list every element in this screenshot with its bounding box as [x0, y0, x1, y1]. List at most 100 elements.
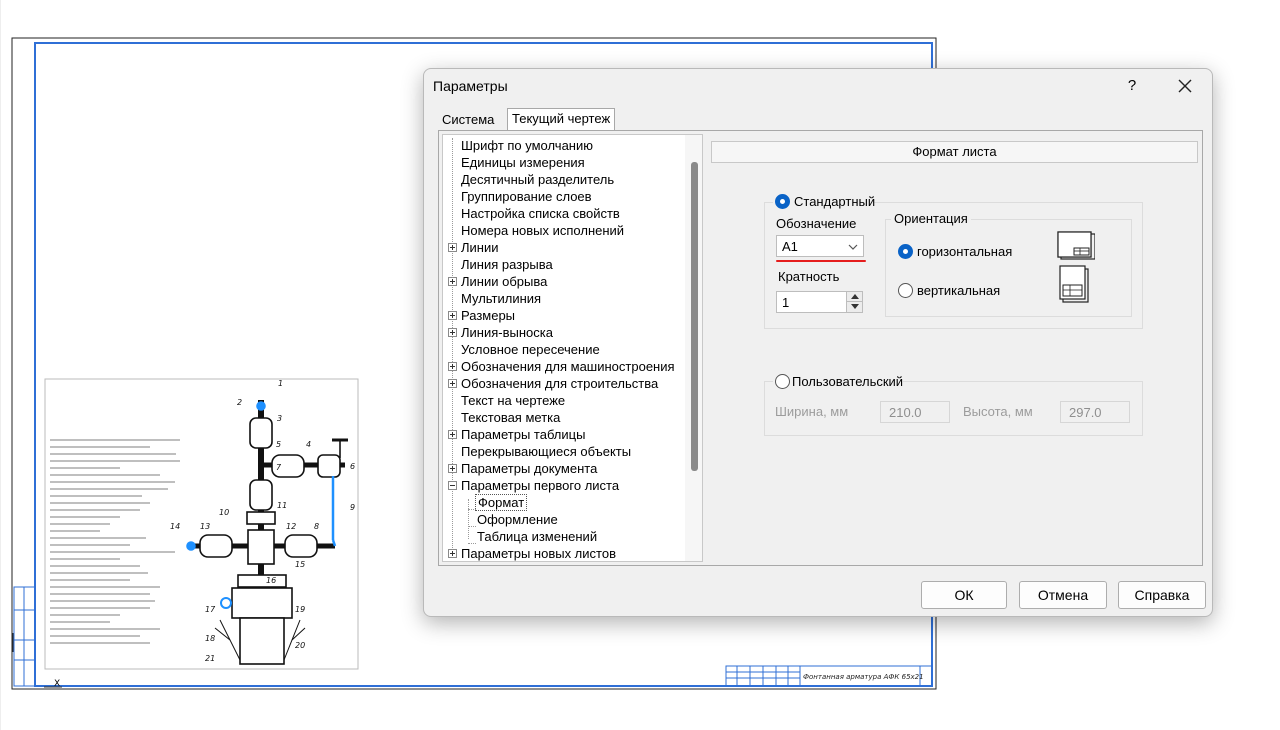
svg-text:2: 2 [237, 398, 242, 407]
tree-item-drawing-text[interactable]: Текст на чертеже [459, 392, 567, 409]
svg-text:21: 21 [205, 654, 215, 663]
tree-item-leader[interactable]: Линия-выноска [448, 324, 555, 341]
tab-content: Шрифт по умолчанию Единицы измерения Дес… [438, 130, 1203, 566]
cancel-button[interactable]: Отмена [1019, 581, 1107, 609]
designation-value: A1 [782, 239, 798, 254]
settings-tree: Шрифт по умолчанию Единицы измерения Дес… [442, 134, 703, 562]
tree-item-new-versions[interactable]: Номера новых исполнений [459, 222, 626, 239]
close-icon [1178, 79, 1192, 93]
tree-item-document-params[interactable]: Параметры документа [448, 460, 599, 477]
scrollbar-thumb[interactable] [691, 162, 698, 471]
svg-text:14: 14 [170, 522, 180, 531]
svg-text:5: 5 [276, 440, 281, 449]
expand-icon[interactable] [448, 464, 457, 473]
chevron-down-icon [848, 240, 858, 255]
dialog-title: Параметры [433, 78, 508, 94]
svg-text:X: X [54, 679, 60, 689]
expand-icon[interactable] [448, 311, 457, 320]
standard-radio[interactable] [775, 194, 790, 209]
tab-system[interactable]: Система [438, 110, 498, 130]
horizontal-radio[interactable] [898, 244, 913, 259]
standard-label: Стандартный [794, 194, 876, 209]
tree-item-mechanical-symbols[interactable]: Обозначения для машиностроения [448, 358, 677, 375]
tree-item-layer-grouping[interactable]: Группирование слоев [459, 188, 594, 205]
collapse-icon[interactable] [448, 481, 457, 490]
svg-text:17: 17 [205, 605, 216, 614]
tree-item-cut-lines[interactable]: Линии обрыва [448, 273, 549, 290]
arrow-down-icon [851, 304, 859, 309]
expand-icon[interactable] [448, 379, 457, 388]
svg-text:1: 1 [278, 379, 283, 388]
landscape-sheet-icon [1057, 231, 1095, 260]
horizontal-label: горизонтальная [917, 244, 1013, 259]
parameters-dialog: Параметры ? Система Текущий чертеж Шрифт… [423, 68, 1213, 617]
tree-item-lines[interactable]: Линии [448, 239, 501, 256]
tree-item-design[interactable]: Оформление [475, 511, 560, 528]
tree-item-default-font[interactable]: Шрифт по умолчанию [459, 137, 595, 154]
tree-item-construction-symbols[interactable]: Обозначения для строительства [448, 375, 660, 392]
svg-text:4: 4 [306, 440, 311, 449]
multiplicity-value: 1 [782, 295, 790, 310]
vertical-label: вертикальная [917, 283, 1001, 298]
red-underline-annotation [776, 260, 866, 262]
expand-icon[interactable] [448, 328, 457, 337]
multiplicity-stepper[interactable]: 1 [776, 291, 863, 313]
expand-icon[interactable] [448, 549, 457, 558]
svg-text:3: 3 [277, 414, 282, 423]
help-button[interactable]: Справка [1118, 581, 1206, 609]
help-question-button[interactable]: ? [1120, 75, 1144, 97]
svg-text:10: 10 [219, 508, 229, 517]
tree-scrollbar[interactable] [685, 135, 702, 561]
width-field[interactable]: 210.0 [880, 401, 950, 423]
svg-text:20: 20 [295, 641, 305, 650]
expand-icon[interactable] [448, 243, 457, 252]
tree-item-text-mark[interactable]: Текстовая метка [459, 409, 562, 426]
designation-label: Обозначение [776, 216, 857, 231]
svg-text:8: 8 [314, 522, 319, 531]
tree-item-change-table[interactable]: Таблица изменений [475, 528, 599, 545]
tree-item-conditional-intersection[interactable]: Условное пересечение [459, 341, 602, 358]
tree-item-format[interactable]: Формат [475, 494, 528, 511]
svg-text:11: 11 [277, 501, 287, 510]
width-label: Ширина, мм [775, 404, 849, 419]
tree-item-first-sheet-params[interactable]: Параметры первого листа [448, 477, 621, 494]
tree-item-units[interactable]: Единицы измерения [459, 154, 587, 171]
svg-text:16: 16 [266, 576, 276, 585]
tree-item-table-params[interactable]: Параметры таблицы [448, 426, 587, 443]
svg-text:19: 19 [295, 605, 305, 614]
panel-header: Формат листа [711, 141, 1198, 163]
tree-item-multiline[interactable]: Мультилиния [459, 290, 543, 307]
orientation-title: Ориентация [894, 211, 968, 226]
expand-icon[interactable] [448, 277, 457, 286]
custom-radio[interactable] [775, 374, 790, 389]
designation-select[interactable]: A1 [776, 235, 864, 257]
tree-item-break-line[interactable]: Линия разрыва [459, 256, 555, 273]
portrait-sheet-icon [1059, 265, 1089, 303]
tree-item-new-sheets-params[interactable]: Параметры новых листов [448, 545, 618, 561]
svg-text:18: 18 [205, 634, 215, 643]
svg-text:9: 9 [350, 503, 355, 512]
tree-item-decimal-separator[interactable]: Десятичный разделитель [459, 171, 616, 188]
height-field[interactable]: 297.0 [1060, 401, 1130, 423]
title-block-text: Фонтанная арматура АФК 65х21 [803, 673, 924, 681]
dialog-titlebar[interactable]: Параметры ? [424, 69, 1212, 103]
tab-current-drawing[interactable]: Текущий чертеж [507, 108, 616, 131]
tree-item-dimensions[interactable]: Размеры [448, 307, 517, 324]
svg-text:6: 6 [350, 462, 355, 471]
tree-item-properties-list[interactable]: Настройка списка свойств [459, 205, 622, 222]
height-label: Высота, мм [963, 404, 1033, 419]
expand-icon[interactable] [448, 362, 457, 371]
ok-button[interactable]: ОК [921, 581, 1007, 609]
custom-label: Пользовательский [792, 374, 904, 389]
expand-icon[interactable] [448, 430, 457, 439]
svg-text:12: 12 [286, 522, 296, 531]
stepper-down-button[interactable] [846, 302, 862, 312]
close-button[interactable] [1172, 74, 1198, 98]
vertical-radio[interactable] [898, 283, 913, 298]
svg-text:13: 13 [200, 522, 210, 531]
arrow-up-icon [851, 294, 859, 299]
tree-item-overlapping-objects[interactable]: Перекрывающиеся объекты [459, 443, 633, 460]
svg-text:15: 15 [295, 560, 305, 569]
stepper-up-button[interactable] [846, 292, 862, 302]
multiplicity-label: Кратность [778, 269, 840, 284]
